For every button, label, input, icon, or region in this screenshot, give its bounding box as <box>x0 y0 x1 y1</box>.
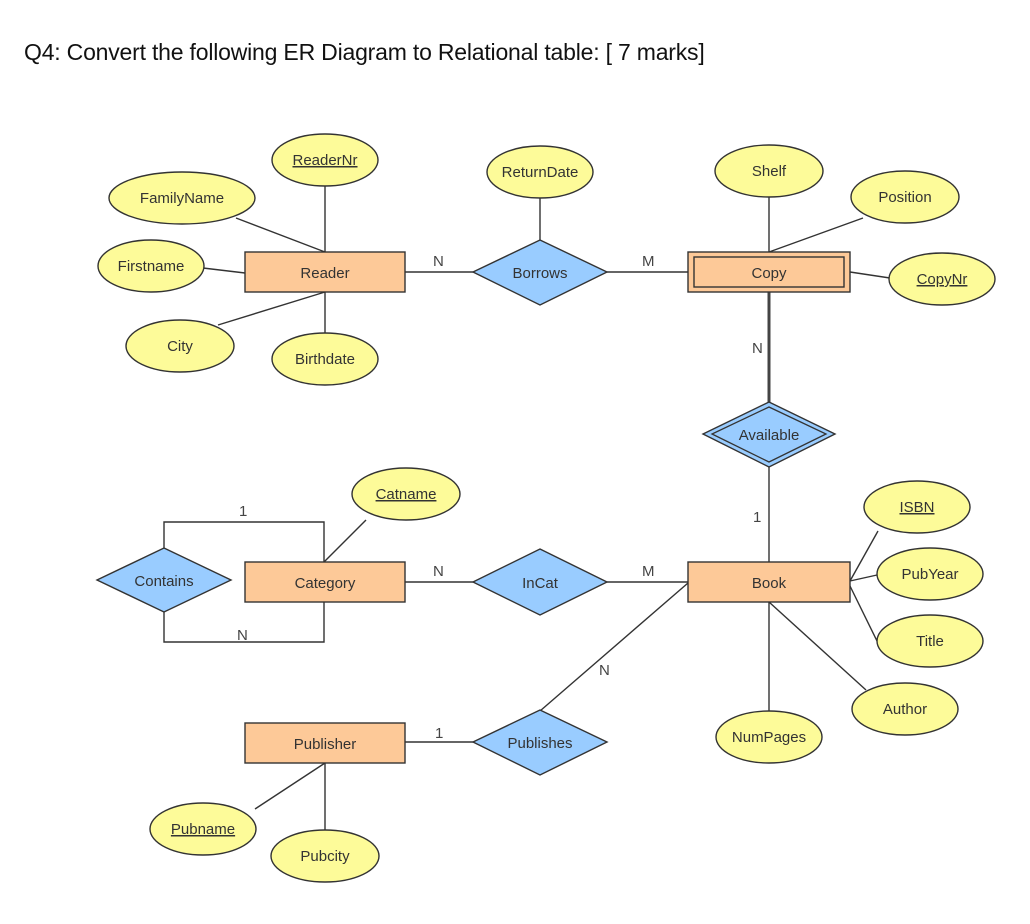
relationship-label: InCat <box>522 575 559 592</box>
attribute-label: ISBN <box>899 499 934 516</box>
attribute-birthdate[interactable]: Birthdate <box>271 332 379 386</box>
attribute-pubyear[interactable]: PubYear <box>876 547 984 601</box>
attribute-label: Pubcity <box>300 848 350 865</box>
attribute-label: City <box>167 338 193 355</box>
entity-copy[interactable]: Copy <box>687 251 851 293</box>
relationship-label: Available <box>739 427 800 444</box>
line-reader-familyname <box>235 217 326 253</box>
attribute-label: FamilyName <box>140 190 224 207</box>
cardinality-publisher-publishes: 1 <box>435 725 443 742</box>
attribute-label: CopyNr <box>917 271 968 288</box>
attribute-numpages[interactable]: NumPages <box>715 710 823 764</box>
relationship-borrows[interactable]: Borrows <box>471 239 609 306</box>
line-category-catname <box>323 519 367 563</box>
line-book-isbn <box>849 530 879 582</box>
attribute-author[interactable]: Author <box>851 682 959 736</box>
cardinality-incat-book: M <box>642 563 655 580</box>
cardinality-contains-bottom: N <box>237 627 248 644</box>
attribute-label: Author <box>883 701 927 718</box>
line-copy-position <box>768 217 864 253</box>
attribute-pubcity[interactable]: Pubcity <box>270 829 380 883</box>
entity-book[interactable]: Book <box>687 561 851 603</box>
attribute-label: Shelf <box>752 163 787 180</box>
attribute-label: PubYear <box>902 566 959 583</box>
line-book-author <box>768 601 867 691</box>
attribute-label: ReturnDate <box>502 164 579 181</box>
relationship-label: Borrows <box>512 265 567 282</box>
cardinality-publishes-book: N <box>599 662 610 679</box>
relationship-available[interactable]: Available <box>701 401 837 468</box>
attribute-shelf[interactable]: Shelf <box>714 144 824 198</box>
attribute-familyname[interactable]: FamilyName <box>108 171 256 225</box>
attribute-label: Position <box>878 189 931 206</box>
attribute-label: Birthdate <box>295 351 355 368</box>
line-book-title <box>849 585 878 642</box>
attribute-label: Title <box>916 633 944 650</box>
attribute-label: Firstname <box>118 258 185 275</box>
relationship-label: Contains <box>134 573 193 590</box>
cardinality-available-book: 1 <box>753 509 761 526</box>
entity-label: Reader <box>300 265 349 282</box>
entity-label: Publisher <box>294 736 357 753</box>
entity-publisher[interactable]: Publisher <box>244 722 406 764</box>
relationship-incat[interactable]: InCat <box>471 548 609 616</box>
entity-reader[interactable]: Reader <box>244 251 406 293</box>
line-reader-city <box>217 291 326 326</box>
er-diagram: N M N 1 1 N N M N 1 Reader Copy Category… <box>95 133 996 883</box>
cardinality-contains-top: 1 <box>239 503 247 520</box>
attribute-isbn[interactable]: ISBN <box>863 480 971 534</box>
cardinality-copy-available: N <box>752 340 763 357</box>
attribute-readernr[interactable]: ReaderNr <box>271 133 379 187</box>
attribute-copynr[interactable]: CopyNr <box>888 252 996 306</box>
attribute-label: ReaderNr <box>292 152 357 169</box>
attribute-pubname[interactable]: Pubname <box>149 802 257 856</box>
line-book-pubyear <box>849 574 878 582</box>
entity-label: Category <box>295 575 356 592</box>
line-reader-firstname <box>202 267 246 274</box>
line-publisher-pubname <box>254 762 326 810</box>
attribute-city[interactable]: City <box>125 319 235 373</box>
relationship-contains[interactable]: Contains <box>95 547 233 613</box>
attribute-firstname[interactable]: Firstname <box>97 239 205 293</box>
relationship-label: Publishes <box>507 735 572 752</box>
cardinality-labels: N M N 1 1 N N M N 1 <box>237 253 763 742</box>
cardinality-category-incat: N <box>433 563 444 580</box>
line-contains-top <box>163 521 325 562</box>
attribute-title[interactable]: Title <box>876 614 984 668</box>
relationship-publishes[interactable]: Publishes <box>471 709 609 776</box>
entity-label: Copy <box>751 265 787 282</box>
entity-label: Book <box>752 575 787 592</box>
cardinality-borrows-copy: M <box>642 253 655 270</box>
attribute-label: NumPages <box>732 729 806 746</box>
attribute-position[interactable]: Position <box>850 170 960 224</box>
attribute-label: Catname <box>376 486 437 503</box>
attribute-catname[interactable]: Catname <box>351 467 461 521</box>
attribute-returndate[interactable]: ReturnDate <box>486 145 594 199</box>
attribute-label: Pubname <box>171 821 235 838</box>
cardinality-reader-borrows: N <box>433 253 444 270</box>
line-copy-copynr <box>849 271 891 279</box>
entity-category[interactable]: Category <box>244 561 406 603</box>
